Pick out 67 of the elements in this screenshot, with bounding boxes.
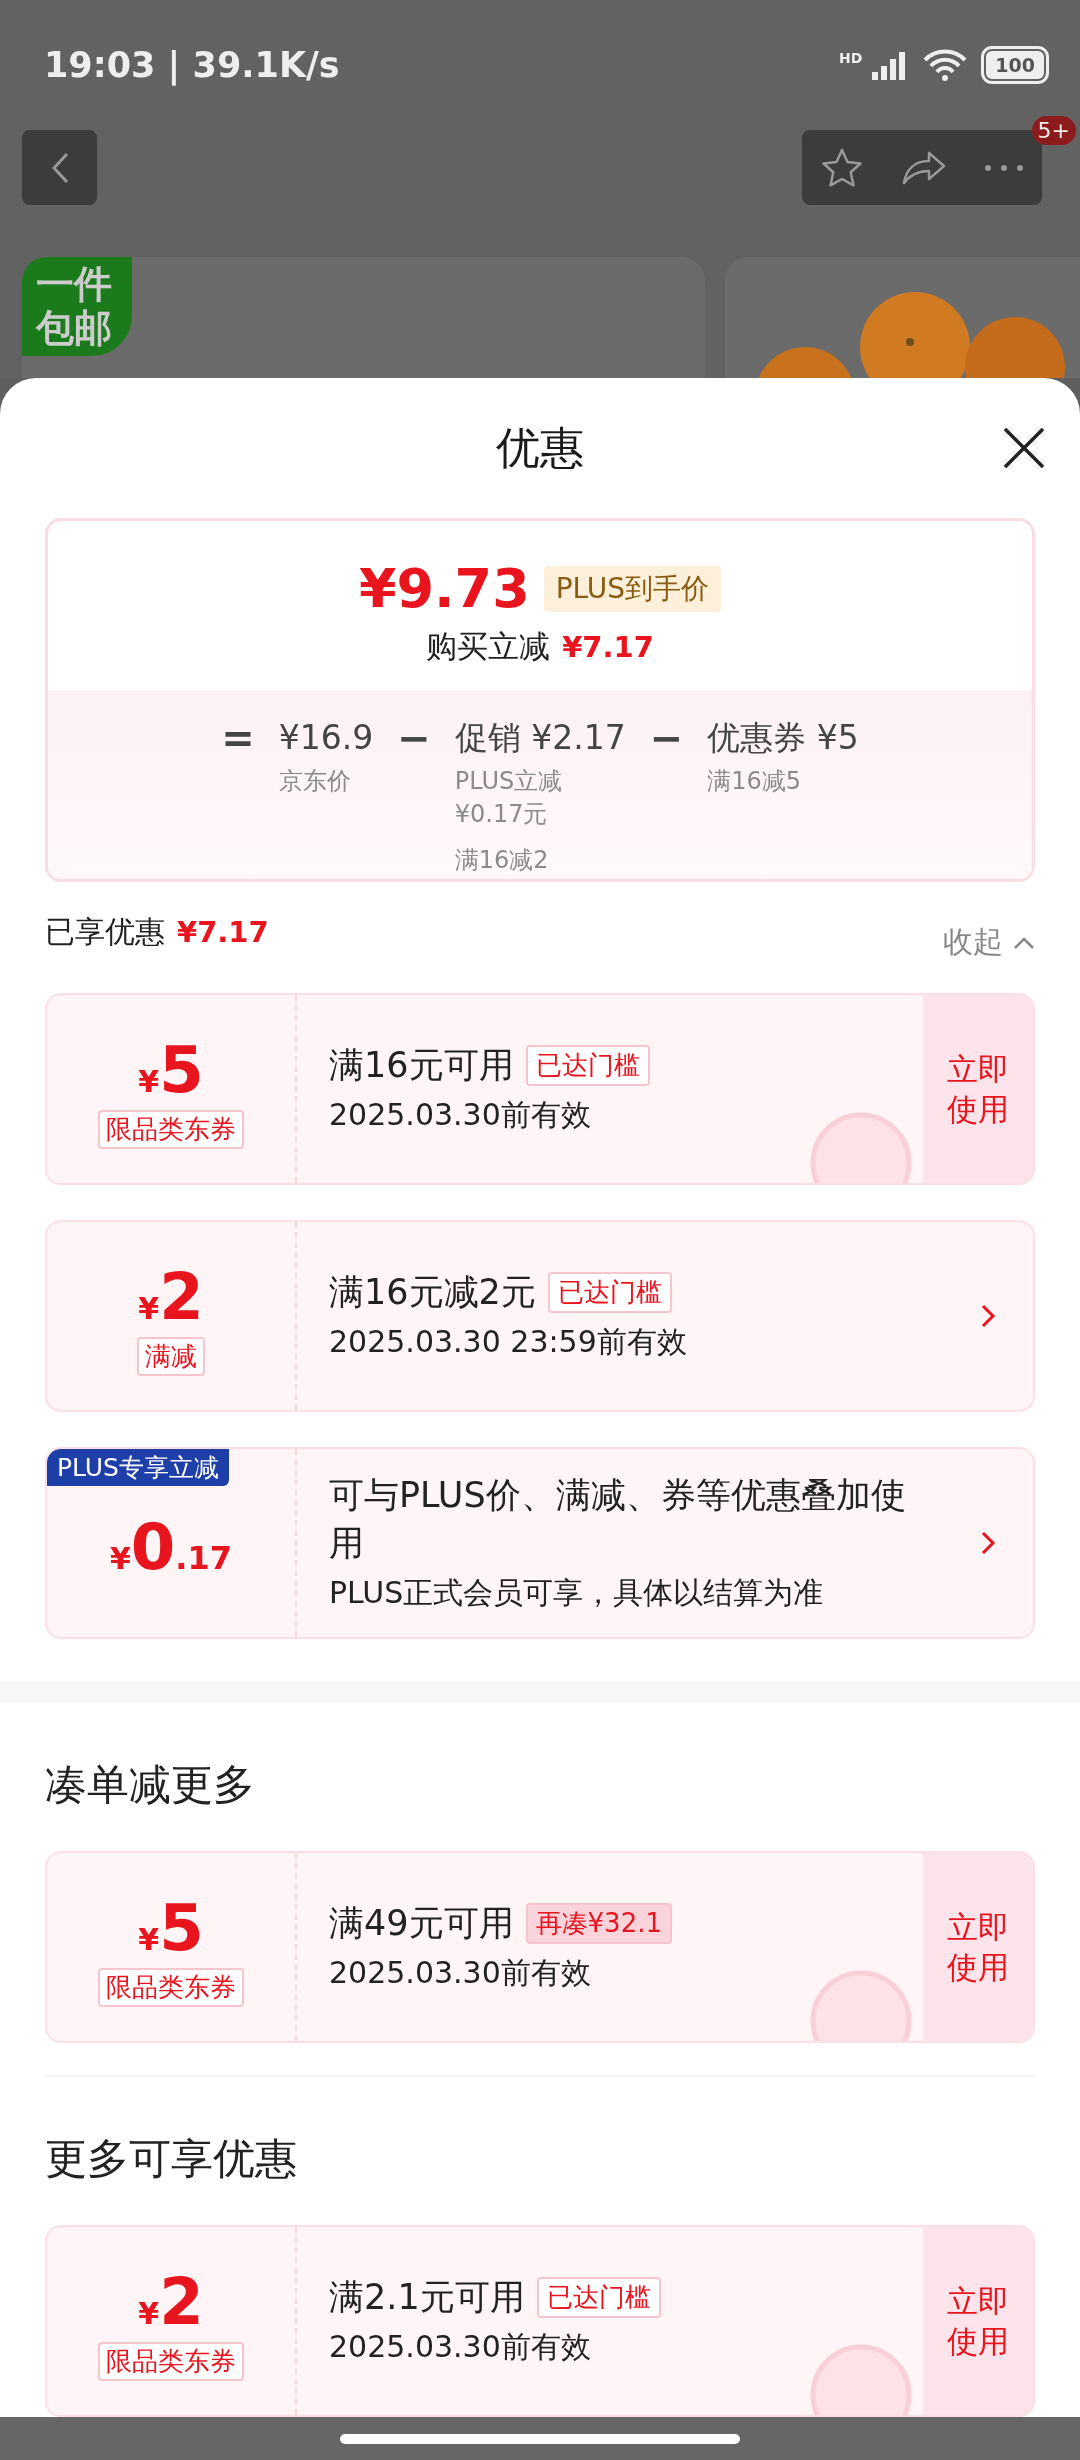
corner-badge: PLUS专享立减	[47, 1449, 229, 1487]
chevron-up-icon	[1013, 935, 1035, 950]
section-heading: 凑单减更多	[44, 1759, 256, 1812]
coupon-type-tag: 满减	[137, 1336, 205, 1376]
threshold-badge: 已达门槛	[547, 1272, 672, 1314]
coupon-amount: ¥2	[138, 1264, 204, 1329]
coupon-amount: ¥5	[138, 1895, 204, 1960]
share-icon[interactable]	[901, 149, 947, 186]
minus-sign: −	[397, 716, 431, 763]
sheet-title: 优惠	[496, 420, 584, 475]
coupon-amount: ¥2	[138, 2269, 204, 2334]
final-price: ¥9.73	[358, 557, 530, 620]
use-now-button[interactable]: 立即使用	[923, 2227, 1033, 2415]
use-now-button[interactable]: 立即使用	[923, 1853, 1033, 2042]
term-note: 满16减2	[454, 844, 550, 876]
coupon-type-tag: 限品类东券	[98, 2341, 244, 2381]
coupon-card[interactable]: ¥2 限品类东券 满2.1元可用 已达门槛 2025.03.30前有效 立即使用	[45, 2225, 1035, 2417]
coupon-card[interactable]: ¥5 限品类东券 满49元可用 再凑¥32.1 2025.03.30前有效 立即使用	[45, 1851, 1035, 2044]
enjoyed-amount: ¥7.17	[177, 915, 269, 950]
coupon-validity: 2025.03.30 23:59前有效	[329, 1323, 688, 1362]
home-indicator[interactable]	[340, 2433, 740, 2444]
price-term: ¥16.9	[278, 717, 374, 759]
coupon-condition: 可与PLUS价、满减、券等优惠叠加使用	[329, 1474, 907, 1565]
coupon-type-tag: 限品类东券	[98, 1109, 244, 1149]
coupon-condition: 满16元可用	[329, 1044, 514, 1088]
coupon-condition: 满49元可用	[329, 1902, 514, 1946]
notification-badge: 5+	[1031, 116, 1076, 145]
saving-label: 购买立减	[426, 627, 551, 666]
term-note: 京东价	[278, 765, 352, 797]
chevron-right-icon[interactable]	[980, 1530, 996, 1557]
equals-sign: =	[221, 716, 255, 763]
stamp-icon	[809, 1111, 913, 1184]
coupon-validity: 2025.03.30前有效	[329, 1096, 592, 1135]
threshold-badge: 已达门槛	[536, 2277, 661, 2318]
more-icon[interactable]	[983, 163, 1024, 172]
section-heading: 更多可享优惠	[44, 2133, 298, 2185]
threshold-badge: 再凑¥32.1	[525, 1903, 672, 1945]
wifi-icon	[922, 48, 969, 82]
term-note: PLUS立减¥0.17元	[454, 765, 564, 831]
chevron-right-icon[interactable]	[980, 1303, 996, 1330]
coupon-amount: ¥5	[138, 1037, 204, 1102]
coupon-card[interactable]: PLUS专享立减 ¥0.17 可与PLUS价、满减、券等优惠叠加使用 PLUS正式会员可享，具体以结算为准	[45, 1447, 1035, 1640]
stamp-icon	[809, 2343, 913, 2415]
coupon-validity: PLUS正式会员可享，具体以结算为准	[329, 1573, 825, 1612]
stamp-icon	[809, 1969, 913, 2042]
price-term: 优惠券 ¥5	[707, 717, 859, 759]
enjoyed-label: 已享优惠	[45, 913, 165, 952]
coupon-validity: 2025.03.30前有效	[329, 2328, 592, 2367]
collapse-toggle[interactable]: 收起	[943, 922, 1035, 964]
coupon-amount: ¥0.17	[109, 1515, 233, 1580]
star-icon[interactable]	[820, 146, 865, 189]
coupon-type-tag: 限品类东券	[98, 1967, 244, 2007]
minus-sign: −	[649, 716, 684, 763]
price-term: 促销 ¥2.17	[454, 717, 626, 759]
status-time: 19:03 | 39.1K/s	[44, 45, 340, 85]
promo-tag: 一件包邮	[22, 257, 132, 357]
coupon-condition: 满2.1元可用	[329, 2275, 525, 2319]
saving-amount: ¥7.17	[562, 630, 654, 664]
use-now-button[interactable]: 立即使用	[923, 995, 1033, 1184]
coupon-card[interactable]: ¥5 限品类东券 满16元可用 已达门槛 2025.03.30前有效 立即使用	[45, 993, 1035, 1186]
threshold-badge: 已达门槛	[525, 1045, 650, 1087]
coupon-validity: 2025.03.30前有效	[329, 1954, 592, 1993]
price-label: PLUS到手价	[543, 565, 722, 612]
network-type: HD	[839, 50, 863, 66]
coupon-card[interactable]: ¥2 满减 满16元减2元 已达门槛 2025.03.30 23:59前有效	[45, 1220, 1035, 1413]
term-note: 满16减5	[707, 765, 803, 797]
coupon-condition: 满16元减2元	[329, 1271, 536, 1315]
